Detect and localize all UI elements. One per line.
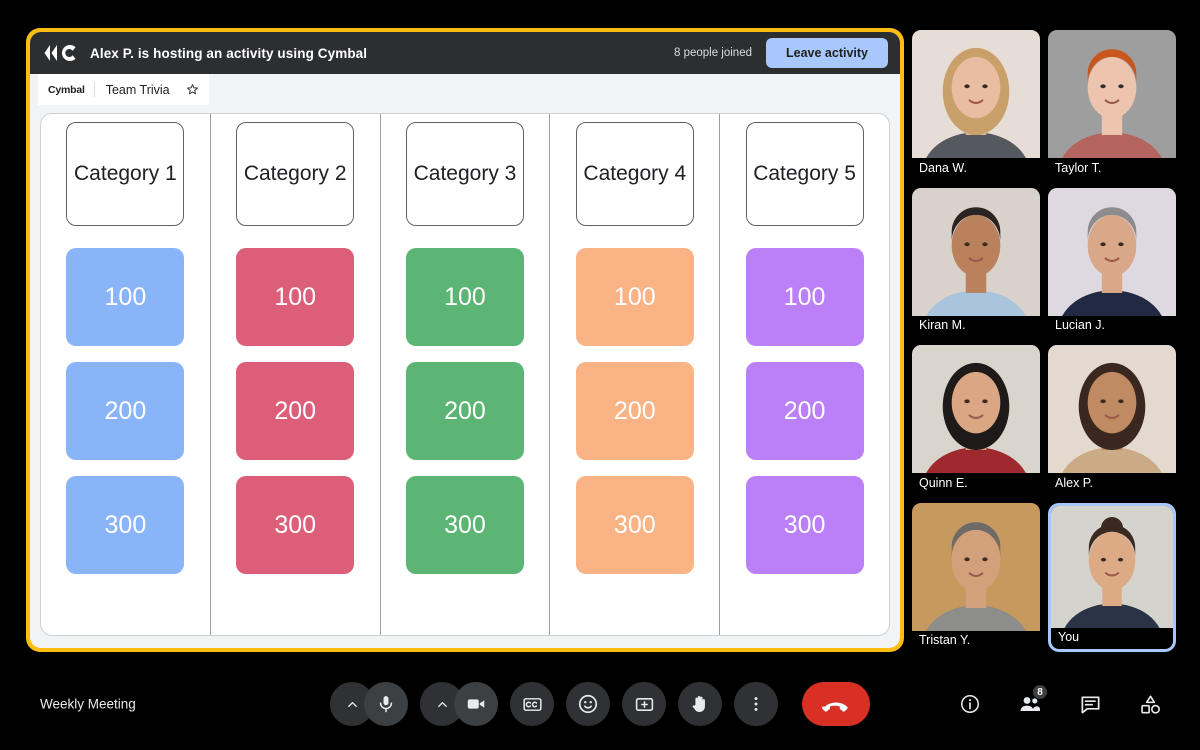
info-circle-icon — [960, 694, 980, 714]
joined-count-label: 8 people joined — [673, 47, 752, 59]
category-card[interactable]: Category 2 — [236, 122, 355, 226]
raise-hand-button[interactable] — [678, 682, 722, 726]
call-controls — [330, 682, 870, 726]
point-tile[interactable]: 100 — [405, 248, 524, 346]
activity-header: Alex P. is hosting an activity using Cym… — [30, 32, 900, 74]
board-column: Category 1 100 200 300 — [41, 114, 211, 635]
activity-panel-inner: Alex P. is hosting an activity using Cym… — [30, 32, 900, 648]
point-tile[interactable]: 100 — [745, 248, 864, 346]
activity-tab[interactable]: Cymbal Team Trivia — [38, 74, 209, 105]
board-column: Category 2 100 200 300 — [211, 114, 381, 635]
meeting-right-controls: 8 — [950, 684, 1170, 724]
reactions-button[interactable] — [566, 682, 610, 726]
point-tile[interactable]: 100 — [66, 248, 185, 346]
participant-grid: Dana W. Taylor T. Kiran M. Lucian J. Quinn E… — [912, 30, 1176, 652]
participant-video-feed — [912, 187, 1040, 316]
participant-tile[interactable]: Lucian J. — [1048, 187, 1176, 338]
point-tile[interactable]: 100 — [236, 248, 355, 346]
present-screen-icon — [635, 697, 653, 711]
microphone-button[interactable] — [364, 682, 408, 726]
people-button[interactable]: 8 — [1010, 684, 1050, 724]
point-tile[interactable]: 200 — [236, 362, 355, 460]
activity-header-actions: 8 people joined Leave activity — [674, 38, 888, 68]
activity-tab-label: Team Trivia — [105, 82, 170, 97]
cymbal-brand-label: Cymbal — [48, 83, 85, 96]
participant-name-label: Alex P. — [1055, 475, 1093, 490]
cymbal-logo-icon — [44, 45, 76, 61]
participant-name-label: Quinn E. — [919, 475, 968, 490]
participant-name-label: Taylor T. — [1055, 160, 1102, 175]
participant-video-feed — [1048, 187, 1176, 316]
participant-tile[interactable]: Tristan Y. — [912, 502, 1040, 653]
participant-tile[interactable]: Kiran M. — [912, 187, 1040, 338]
board-column: Category 3 100 200 300 — [381, 114, 551, 635]
point-tile[interactable]: 300 — [405, 476, 524, 574]
category-card[interactable]: Category 1 — [66, 122, 185, 226]
point-tile[interactable]: 100 — [575, 248, 694, 346]
participant-name-label: You — [1058, 630, 1080, 644]
end-call-button[interactable] — [802, 682, 870, 726]
participant-tile[interactable]: Quinn E. — [912, 345, 1040, 495]
board-column: Category 4 100 200 300 — [550, 114, 721, 635]
activity-host-banner: Alex P. is hosting an activity using Cym… — [90, 45, 368, 61]
chevron-up-icon — [437, 701, 447, 707]
camera-control-group — [420, 682, 498, 726]
category-card[interactable]: Category 3 — [405, 122, 524, 226]
more-options-button[interactable] — [734, 682, 778, 726]
participant-name-label: Dana W. — [919, 160, 967, 175]
board-column: Category 5 100 200 300 — [720, 114, 889, 635]
participant-video-feed — [912, 30, 1040, 158]
participant-name-label: Kiran M. — [919, 318, 966, 332]
star-outline-icon[interactable] — [186, 83, 199, 96]
microphone-icon — [379, 696, 393, 713]
chat-button[interactable] — [1070, 684, 1110, 724]
camera-button[interactable] — [454, 682, 498, 726]
point-tile[interactable]: 200 — [66, 362, 185, 460]
category-card[interactable]: Category 4 — [575, 122, 694, 226]
point-tile[interactable]: 300 — [745, 476, 864, 574]
participant-name-label: Tristan Y. — [919, 633, 971, 647]
smiley-face-icon — [578, 694, 598, 714]
meeting-bottom-bar: Weekly Meeting 8 — [0, 658, 1200, 750]
category-card[interactable]: Category 5 — [745, 122, 864, 226]
participant-video-feed — [1048, 30, 1176, 158]
chevron-up-icon — [347, 701, 357, 707]
microphone-control-group — [330, 682, 408, 726]
activity-panel: Alex P. is hosting an activity using Cym… — [26, 28, 904, 652]
participant-tile-self[interactable]: You — [1048, 502, 1176, 652]
meeting-screen: Alex P. is hosting an activity using Cym… — [0, 0, 1200, 750]
activities-button[interactable] — [1130, 684, 1170, 724]
video-camera-icon — [467, 699, 485, 709]
point-tile[interactable]: 300 — [575, 476, 694, 574]
people-count-badge: 8 — [1032, 684, 1048, 700]
phone-hangup-icon — [822, 702, 848, 712]
point-tile[interactable]: 300 — [236, 476, 355, 574]
more-vertical-icon — [754, 697, 758, 711]
activity-app-bar: Cymbal Team Trivia — [30, 74, 900, 105]
participant-tile[interactable]: Dana W. — [912, 30, 1040, 180]
participant-video-feed — [1048, 345, 1176, 473]
participant-tile[interactable]: Alex P. — [1048, 345, 1176, 495]
participant-video-feed — [1051, 505, 1173, 628]
trivia-board-wrapper: Category 1 100 200 300 Category 2 100 200 300 Ca… — [30, 105, 900, 648]
point-tile[interactable]: 200 — [405, 362, 524, 460]
meeting-details-button[interactable] — [950, 684, 990, 724]
trivia-board: Category 1 100 200 300 Category 2 100 200 300 Ca… — [40, 113, 890, 636]
participant-name-label: Lucian J. — [1055, 318, 1106, 332]
chat-bubble-icon — [1080, 695, 1100, 714]
closed-captions-icon — [522, 697, 542, 711]
activities-shapes-icon — [1140, 695, 1160, 714]
point-tile[interactable]: 200 — [575, 362, 694, 460]
point-tile[interactable]: 300 — [66, 476, 185, 574]
raised-hand-icon — [692, 696, 705, 712]
participant-tile[interactable]: Taylor T. — [1048, 30, 1176, 180]
leave-activity-button[interactable]: Leave activity — [766, 38, 888, 68]
captions-button[interactable] — [510, 682, 554, 726]
participant-video-feed — [912, 502, 1040, 631]
meeting-name-label: Weekly Meeting — [40, 696, 136, 712]
point-tile[interactable]: 200 — [745, 362, 864, 460]
participant-video-feed — [912, 345, 1040, 473]
present-screen-button[interactable] — [622, 682, 666, 726]
